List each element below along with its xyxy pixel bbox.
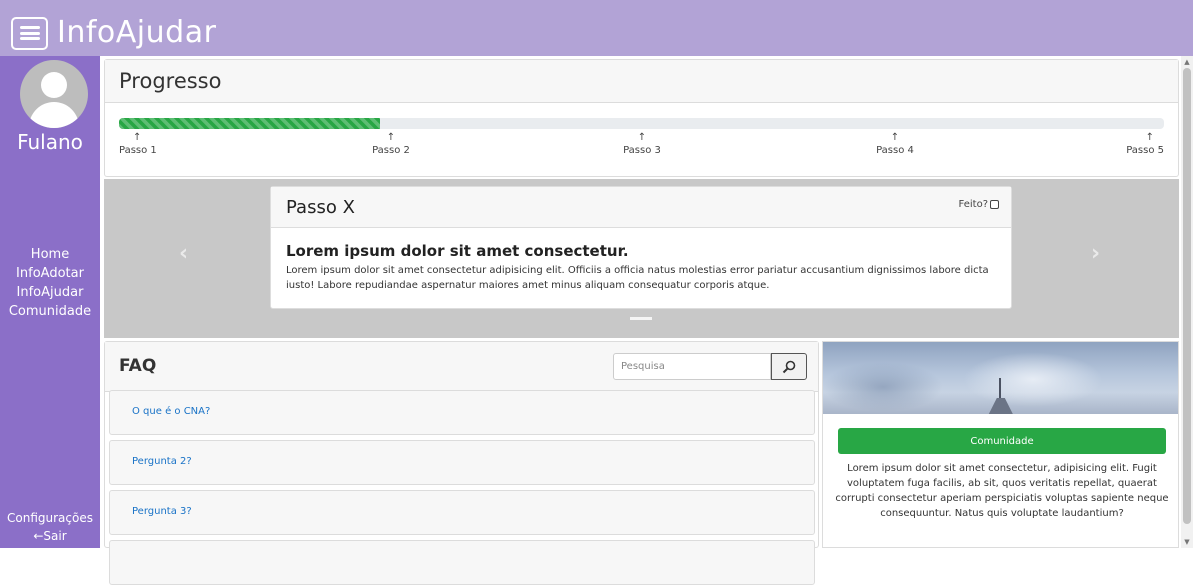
progress-bar xyxy=(119,118,1164,129)
community-card: Comunidade Lorem ipsum dolor sit amet co… xyxy=(822,341,1179,548)
sidebar-nav: Home InfoAdotar InfoAjudar Comunidade xyxy=(0,245,100,321)
faq-title: FAQ xyxy=(119,356,157,376)
slide-body: Lorem ipsum dolor sit amet consectetur. … xyxy=(271,228,1011,293)
scrollbar-thumb[interactable] xyxy=(1183,68,1191,524)
top-bar: InfoAjudar xyxy=(0,0,1193,56)
faq-item[interactable]: Pergunta 2? xyxy=(109,440,815,485)
sidebar-item-home[interactable]: Home xyxy=(0,245,100,264)
sidebar-item-infoajudar[interactable]: InfoAjudar xyxy=(0,283,100,302)
sidebar-item-comunidade[interactable]: Comunidade xyxy=(0,302,100,321)
step-label: Passo 3 xyxy=(623,145,661,156)
slide-text: Lorem ipsum dolor sit amet consectetur a… xyxy=(286,265,989,291)
done-label: Feito? xyxy=(958,199,988,210)
progress-bar-fill xyxy=(119,118,381,129)
arrow-up-icon: ↑ xyxy=(637,132,647,143)
scroll-down-icon[interactable]: ▼ xyxy=(1183,538,1191,546)
faq-item[interactable]: Pergunta 3? xyxy=(109,490,815,535)
faq-card: FAQ O que é o CNA? Pergunta 2? Pergunta … xyxy=(104,341,819,585)
step-4[interactable]: ↑ Passo 4 xyxy=(875,132,915,158)
faq-header: FAQ xyxy=(105,342,818,392)
step-2[interactable]: ↑ Passo 2 xyxy=(371,132,411,158)
slide-header: Passo X Feito? xyxy=(271,187,1011,228)
community-image xyxy=(823,342,1178,414)
progress-card: Progresso ↑ Passo 1 ↑ Passo 2 ↑ Passo 3 … xyxy=(104,59,1179,177)
sidebar-bottom: Configurações ←Sair xyxy=(0,509,100,545)
scroll-up-icon[interactable]: ▲ xyxy=(1183,58,1191,66)
logout-link[interactable]: ←Sair xyxy=(0,527,100,545)
carousel-next-button[interactable]: › xyxy=(1091,241,1100,266)
avatar-head-icon xyxy=(41,72,67,98)
faq-search-button[interactable] xyxy=(771,353,807,380)
step-label: Passo 1 xyxy=(119,145,157,156)
step-1[interactable]: ↑ Passo 1 xyxy=(119,132,157,158)
sidebar-item-infoadotar[interactable]: InfoAdotar xyxy=(0,264,100,283)
arrow-up-icon: ↑ xyxy=(1145,132,1154,143)
faq-question-link[interactable]: O que é o CNA? xyxy=(132,406,210,417)
avatar[interactable] xyxy=(20,60,88,128)
arrow-up-icon: ↑ xyxy=(133,132,142,143)
progress-steps: ↑ Passo 1 ↑ Passo 2 ↑ Passo 3 ↑ Passo 4 … xyxy=(119,132,1164,162)
done-checkbox[interactable] xyxy=(990,200,999,209)
settings-link[interactable]: Configurações xyxy=(0,509,100,527)
arrow-up-icon: ↑ xyxy=(386,132,396,143)
step-label: Passo 5 xyxy=(1126,145,1164,156)
faq-question-link[interactable]: Pergunta 3? xyxy=(132,506,192,517)
carousel-prev-button[interactable]: ‹ xyxy=(179,241,188,266)
step-label: Passo 2 xyxy=(372,145,410,156)
faq-question-link[interactable]: Pergunta 2? xyxy=(132,456,192,467)
faq-item[interactable] xyxy=(109,540,815,585)
slide-title: Passo X xyxy=(286,197,355,218)
step-3[interactable]: ↑ Passo 3 xyxy=(622,132,662,158)
steps-carousel: ‹ Passo X Feito? Lorem ipsum dolor sit a… xyxy=(104,179,1179,338)
chevron-left-icon: ‹ xyxy=(179,241,189,266)
community-button[interactable]: Comunidade xyxy=(838,428,1166,454)
step-slide-card: Passo X Feito? Lorem ipsum dolor sit ame… xyxy=(270,186,1012,309)
hamburger-icon xyxy=(19,26,40,40)
carousel-indicator[interactable] xyxy=(630,317,652,320)
faq-item[interactable]: O que é o CNA? xyxy=(109,390,815,435)
app-title: InfoAjudar xyxy=(57,14,217,50)
sidebar: Fulano Home InfoAdotar InfoAjudar Comuni… xyxy=(0,56,100,548)
menu-toggle-button[interactable] xyxy=(11,16,48,50)
progress-title: Progresso xyxy=(105,60,1178,103)
step-label: Passo 4 xyxy=(876,145,914,156)
magnifier-icon xyxy=(782,360,796,373)
username: Fulano xyxy=(17,130,83,154)
page-scrollbar[interactable]: ▲ ▼ xyxy=(1181,56,1193,548)
slide-heading: Lorem ipsum dolor sit amet consectetur. xyxy=(286,242,629,260)
community-text: Lorem ipsum dolor sit amet consectetur, … xyxy=(835,463,1169,519)
avatar-body-icon xyxy=(29,102,79,128)
faq-search-input[interactable] xyxy=(613,353,771,380)
step-5[interactable]: ↑ Passo 5 xyxy=(1124,132,1164,158)
done-checkbox-label[interactable]: Feito? xyxy=(959,199,999,210)
arrow-up-icon: ↑ xyxy=(890,132,900,143)
chevron-right-icon: › xyxy=(1091,241,1101,266)
